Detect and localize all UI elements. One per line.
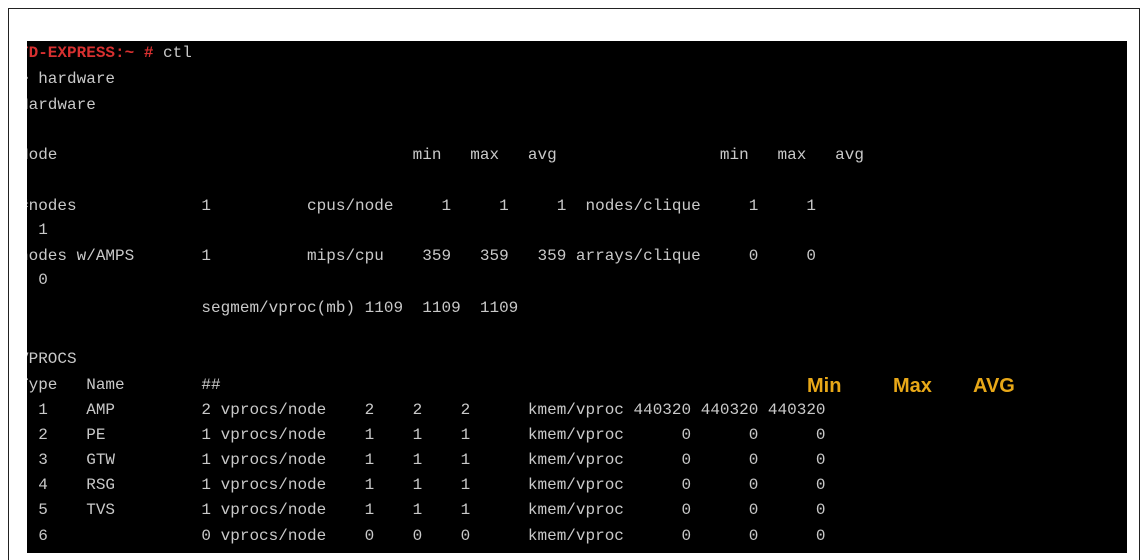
prompt: TD-EXPRESS:~ # [27,44,154,62]
amps-row: nodes w/AMPS 1 mips/cpu 359 359 359 arra… [27,247,816,265]
prompt-line: TD-EXPRESS:~ # ctl [27,43,192,63]
node-header: Node min max avg min max avg [27,146,864,164]
annotation-avg: AVG [973,375,1015,397]
vprocs-header: Type Name ## [27,376,221,394]
annotation-min: Min [807,375,842,397]
annotation-max: Max [893,375,932,397]
vproc-row: 3 GTW 1 vprocs/node 1 1 1 kmem/vproc 0 0… [27,451,826,469]
command: ctl [163,44,192,62]
segmem-row: segmem/vproc(mb) 1109 1109 1109 [27,299,519,317]
nodes-row-wrap: 1 [38,221,48,239]
figure-frame: TD-EXPRESS:~ # ctl > hardware Hardware N… [8,8,1140,560]
nodes-row: #nodes 1 cpus/node 1 1 1 nodes/clique 1 … [27,197,816,215]
vprocs-title: VPROCS [27,350,77,368]
vproc-row: 4 RSG 1 vprocs/node 1 1 1 kmem/vproc 0 0… [27,476,826,494]
vproc-row: 1 AMP 2 vprocs/node 2 2 2 kmem/vproc 440… [27,401,826,419]
subcommand-line: > hardware [27,70,116,88]
vproc-row: 2 PE 1 vprocs/node 1 1 1 kmem/vproc 0 0 … [27,426,826,444]
section-title: Hardware [27,96,96,114]
terminal-window: TD-EXPRESS:~ # ctl > hardware Hardware N… [27,41,1127,553]
vproc-row: 5 TVS 1 vprocs/node 1 1 1 kmem/vproc 0 0… [27,501,826,519]
vproc-row: 6 0 vprocs/node 0 0 0 kmem/vproc 0 0 0 [27,527,826,545]
amps-row-wrap: 0 [38,271,48,289]
